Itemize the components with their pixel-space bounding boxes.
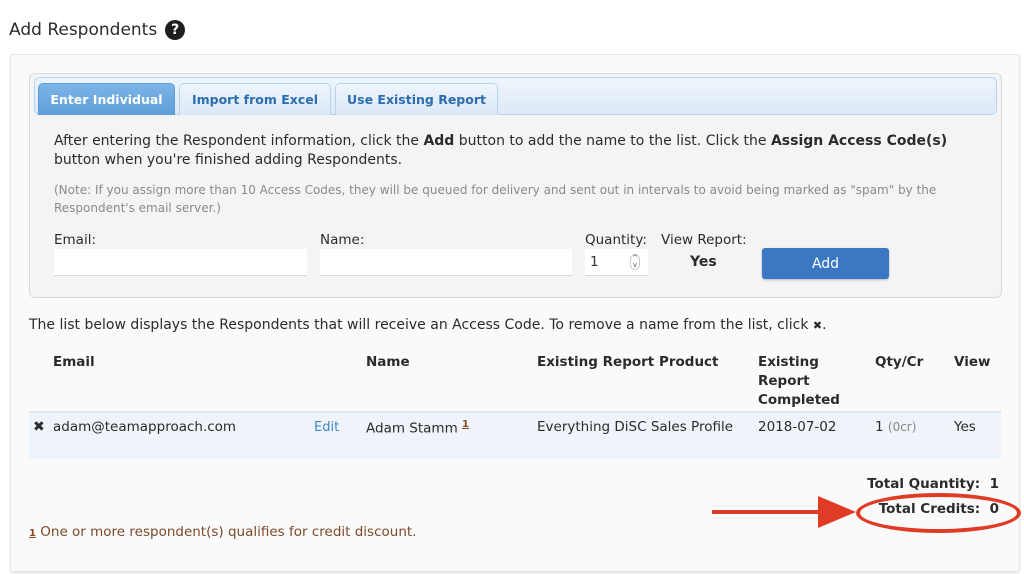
remove-icon[interactable]: ✖ <box>33 419 45 435</box>
annotation-arrow-icon <box>712 496 856 528</box>
total-quantity-label: Total Quantity: <box>867 476 981 492</box>
add-button[interactable]: Add <box>762 248 889 279</box>
quantity-label: Quantity: <box>585 232 647 248</box>
view-report-value: Yes <box>690 254 717 270</box>
name-label: Name: <box>320 232 365 248</box>
row-completed: 2018-07-02 <box>758 419 837 435</box>
annotation-arrow-head <box>818 496 856 528</box>
column-header-completed-line: Completed <box>758 392 840 408</box>
help-icon[interactable]: ? <box>165 20 186 40</box>
row-view: Yes <box>954 419 976 435</box>
row-name-text: Adam Stamm <box>366 420 458 437</box>
row-qty-value: 1 <box>875 419 884 435</box>
instructions-assign-bold: Assign Access Code(s) <box>770 133 948 149</box>
row-qty: 1 (0cr) <box>875 419 916 435</box>
column-header-name: Name <box>366 354 410 370</box>
page-title-text: Add Respondents <box>9 20 158 40</box>
total-quantity-value: 1 <box>989 476 999 492</box>
instructions-text: After entering the Respondent informatio… <box>54 132 984 170</box>
credit-discount-footnote: 1 One or more respondent(s) qualifies fo… <box>29 524 416 540</box>
row-email: adam@teamapproach.com <box>53 419 237 435</box>
list-intro-text: The list below displays the Respondents … <box>29 317 813 333</box>
instructions-part: button when you're finished adding Respo… <box>54 152 403 168</box>
edit-link-text[interactable]: Edit <box>314 420 339 435</box>
email-label: Email: <box>54 232 97 248</box>
annotation-ellipse <box>856 493 1021 533</box>
column-header-email: Email <box>53 354 95 370</box>
list-intro: The list below displays the Respondents … <box>29 317 827 333</box>
spam-note: (Note: If you assign more than 10 Access… <box>54 183 937 215</box>
footnote-link[interactable]: 1 <box>462 419 469 430</box>
total-quantity: Total Quantity: 1 <box>867 476 999 492</box>
tab-enter-individual[interactable]: Enter Individual <box>38 83 175 115</box>
list-intro-end: . <box>822 317 827 333</box>
spinner-icon[interactable]: ^ v <box>630 254 640 270</box>
instructions-part: After entering the Respondent informatio… <box>54 133 424 149</box>
column-header-completed: Existing Report Completed <box>758 353 840 410</box>
column-header-view: View <box>954 354 991 370</box>
footnote-text: One or more respondent(s) qualifies for … <box>35 524 417 540</box>
row-product: Everything DiSC Sales Profile <box>537 419 734 435</box>
remove-x-icon: ✖ <box>812 319 823 332</box>
tab-import-from-excel[interactable]: Import from Excel <box>179 83 331 115</box>
instructions-add-bold: Add <box>423 133 455 149</box>
footnote-mark: 1 <box>29 528 36 539</box>
column-header-completed-line: Existing <box>758 354 819 370</box>
column-header-qty: Qty/Cr <box>875 354 924 370</box>
column-header-product: Existing Report Product <box>537 354 719 370</box>
tab-use-existing-report[interactable]: Use Existing Report <box>335 83 498 115</box>
quantity-stepper[interactable]: 1 ^ v <box>585 249 648 276</box>
instructions-part: button to add the name to the list. Clic… <box>454 133 771 149</box>
email-input[interactable] <box>54 249 307 276</box>
page-title: Add Respondents ? <box>9 20 186 40</box>
row-credits: (0cr) <box>887 420 917 434</box>
edit-link[interactable]: Edit <box>314 419 339 435</box>
row-name: Adam Stamm 1 <box>366 419 469 437</box>
column-header-completed-line: Report <box>758 373 810 389</box>
name-input[interactable] <box>320 249 572 276</box>
view-report-label: View Report: <box>661 232 747 248</box>
quantity-value: 1 <box>590 254 599 270</box>
